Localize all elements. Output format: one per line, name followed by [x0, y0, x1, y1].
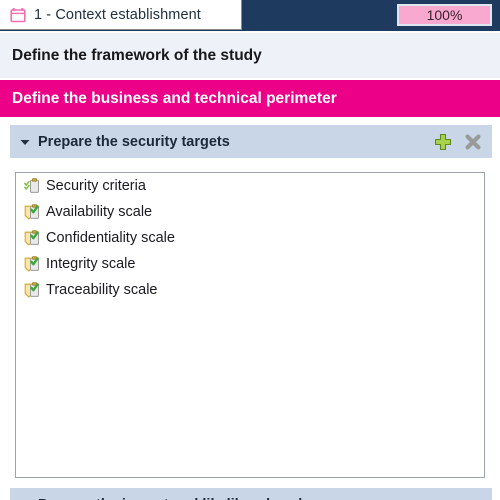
step-banner-perimeter[interactable]: Define the business and technical perime…: [0, 80, 500, 117]
list-item[interactable]: Security criteria: [16, 173, 484, 199]
list-item-label: Security criteria: [46, 178, 146, 194]
section-prepare-security-targets: Prepare the security targets: [10, 125, 492, 158]
progress-value: 100%: [426, 7, 463, 23]
security-targets-list[interactable]: Security criteria Availability scale Con…: [15, 172, 485, 478]
list-item[interactable]: Availability scale: [16, 199, 484, 225]
tab-label: 1 - Context establishment: [34, 6, 201, 23]
list-item-label: Confidentiality scale: [46, 230, 175, 246]
clipboard-check-icon: [24, 229, 42, 247]
calendar-icon: [10, 7, 26, 23]
clipboard-check-icon: [24, 203, 42, 221]
chevron-down-icon[interactable]: [18, 135, 32, 149]
tab-context-establishment[interactable]: 1 - Context establishment: [0, 0, 242, 30]
title-bar: 1 - Context establishment 100%: [0, 0, 500, 31]
section-actions: [434, 125, 482, 158]
list-item[interactable]: Traceability scale: [16, 277, 484, 303]
step-banner-framework[interactable]: Define the framework of the study: [0, 33, 500, 78]
clipboard-check-icon: [24, 255, 42, 273]
clipboard-check-icon: [24, 281, 42, 299]
list-item[interactable]: Confidentiality scale: [16, 225, 484, 251]
section-next-header[interactable]: Prepare the impact and likelihood scales: [10, 488, 492, 500]
list-item[interactable]: Integrity scale: [16, 251, 484, 277]
list-item-label: Availability scale: [46, 204, 153, 220]
list-item-label: Integrity scale: [46, 256, 136, 272]
clipboard-check-icon: [24, 177, 42, 195]
section-next-title: Prepare the impact and likelihood scales: [38, 497, 318, 500]
application-window: 1 - Context establishment 100% Define th…: [0, 0, 500, 500]
list-item-label: Traceability scale: [46, 282, 158, 298]
step-banner-perimeter-label: Define the business and technical perime…: [12, 89, 337, 107]
section-header[interactable]: Prepare the security targets: [10, 125, 492, 158]
plus-icon[interactable]: [434, 133, 452, 151]
section-title: Prepare the security targets: [38, 133, 230, 150]
close-x-icon[interactable]: [464, 133, 482, 151]
section-next-header-inner: Prepare the impact and likelihood scales: [18, 488, 318, 500]
progress-badge: 100%: [397, 4, 492, 26]
step-banner-framework-label: Define the framework of the study: [12, 46, 262, 64]
